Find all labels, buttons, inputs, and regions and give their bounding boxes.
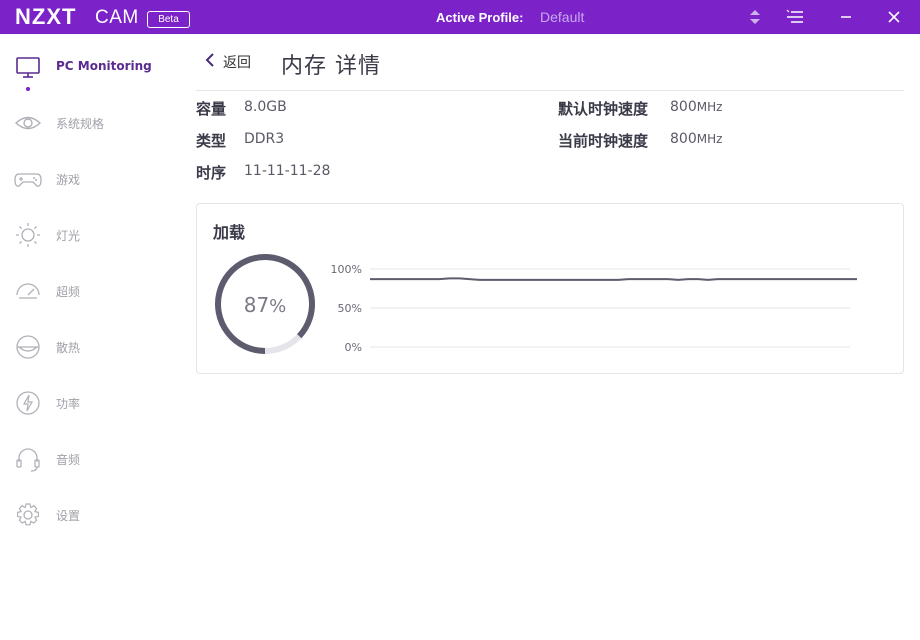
sun-icon [14, 221, 42, 249]
sidebar-item-label: PC Monitoring [56, 59, 152, 73]
power-icon [14, 389, 42, 417]
sidebar-item-settings[interactable]: 设置 [0, 491, 180, 539]
sidebar-item-cooling[interactable]: 散热 [0, 323, 180, 371]
headset-icon [14, 445, 42, 473]
beta-badge: Beta [147, 11, 190, 28]
sidebar-item-label: 功率 [56, 397, 81, 411]
timings-value: 11-11-11-28 [244, 163, 331, 179]
load-percent: 87% [243, 293, 287, 317]
gear-icon [14, 501, 42, 529]
header-divider [196, 90, 904, 91]
cooling-icon [14, 333, 42, 361]
back-label: 返回 [223, 55, 251, 71]
brand-logo: NZXT [15, 4, 77, 29]
chart-y-tick-label: 50% [338, 302, 362, 315]
sidebar-item-label: 音频 [56, 453, 81, 467]
active-indicator [26, 87, 30, 91]
minimize-icon[interactable] [834, 5, 858, 29]
product-name: CAM [95, 7, 139, 28]
load-history-chart: 100% 50% 0% [331, 263, 857, 354]
sidebar-item-pc-monitoring[interactable]: PC Monitoring [0, 43, 180, 91]
active-profile-value[interactable]: Default [540, 9, 584, 26]
load-card: 加载 87% 100% 50% 0% [196, 203, 904, 374]
load-title: 加载 [213, 223, 246, 242]
back-button[interactable]: 返回 [205, 52, 251, 72]
timings-label: 时序 [196, 164, 227, 182]
default-clock-label: 默认时钟速度 [558, 100, 649, 118]
capacity-value: 8.0GB [244, 99, 287, 115]
capacity-label: 容量 [196, 100, 227, 118]
sidebar-item-audio[interactable]: 音频 [0, 435, 180, 483]
sidebar-item-overclocking[interactable]: 超频 [0, 267, 180, 315]
type-label: 类型 [196, 132, 227, 150]
sidebar-item-power[interactable]: 功率 [0, 379, 180, 427]
current-clock-label: 当前时钟速度 [558, 132, 649, 150]
title-bar: NZXT CAM Beta Active Profile: Default [0, 0, 920, 34]
close-icon[interactable] [882, 5, 906, 29]
sidebar-item-label: 散热 [56, 341, 81, 355]
monitor-icon [14, 53, 42, 81]
sidebar-item-lighting[interactable]: 灯光 [0, 211, 180, 259]
type-value: DDR3 [244, 131, 285, 147]
page-title: 内存 详情 [281, 54, 381, 79]
sidebar-item-system-specs[interactable]: 系统规格 [0, 99, 180, 147]
sidebar-item-label: 灯光 [56, 229, 81, 243]
speedometer-icon [14, 277, 42, 305]
chart-y-tick-label: 0% [345, 341, 362, 354]
chart-y-tick-label: 100% [331, 263, 362, 276]
sidebar-item-label: 游戏 [56, 173, 81, 187]
menu-icon[interactable] [783, 5, 807, 29]
eye-icon [14, 109, 42, 137]
default-clock-value: 800MHz [670, 99, 723, 115]
sidebar-item-label: 设置 [56, 509, 81, 523]
profile-switch-icon[interactable] [743, 5, 767, 29]
active-profile-label: Active Profile: [436, 10, 524, 25]
chart-series-line [370, 277, 857, 281]
sidebar-item-games[interactable]: 游戏 [0, 155, 180, 203]
current-clock-value: 800MHz [670, 131, 723, 147]
sidebar-item-label: 超频 [56, 285, 81, 299]
sidebar-item-label: 系统规格 [56, 117, 105, 131]
sidebar: PC Monitoring 系统规格 游戏 灯光 超频 散热 功率 音频 设置 [0, 34, 180, 640]
gamepad-icon [14, 165, 42, 193]
chevron-left-icon [205, 53, 215, 71]
